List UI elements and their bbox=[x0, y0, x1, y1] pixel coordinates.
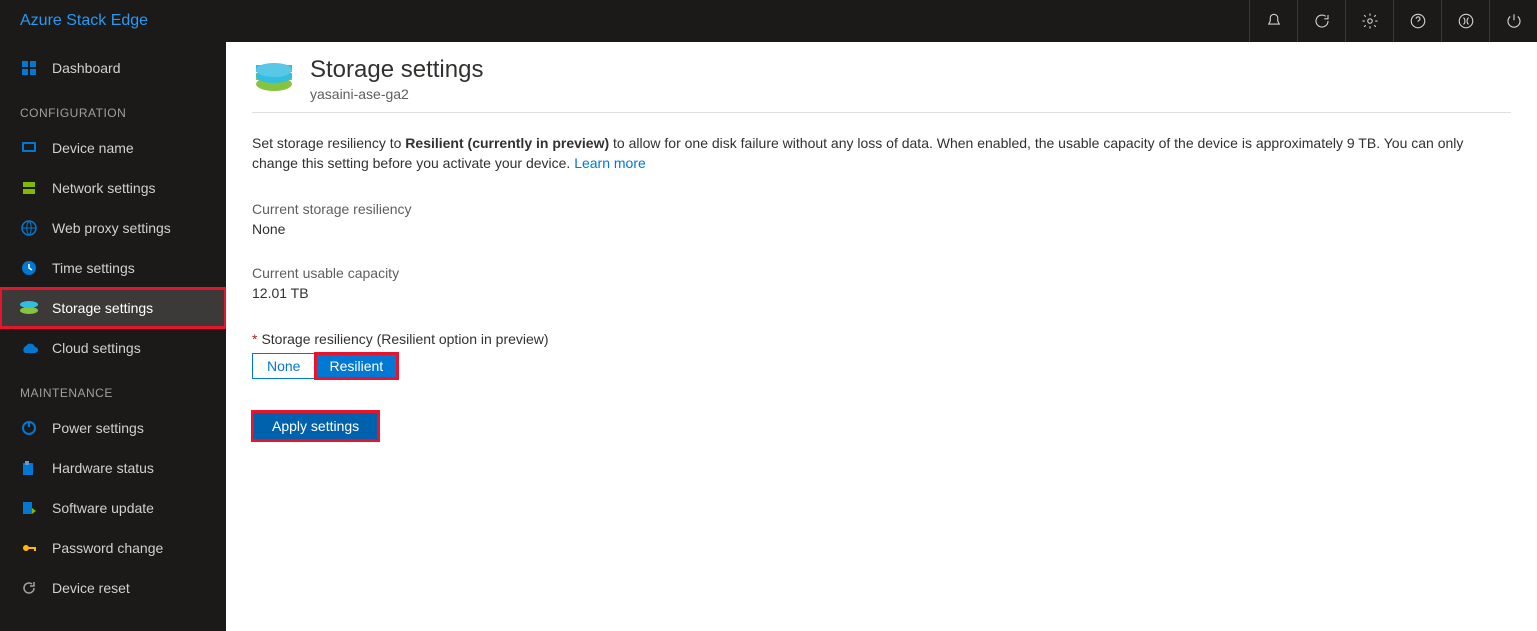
divider bbox=[252, 112, 1511, 113]
page-subtitle: yasaini-ase-ga2 bbox=[310, 86, 483, 102]
sidebar-item-label: Network settings bbox=[52, 180, 155, 196]
storage-icon bbox=[20, 299, 38, 317]
current-capacity-block: Current usable capacity 12.01 TB bbox=[252, 265, 1511, 301]
sidebar-item-label: Device reset bbox=[52, 580, 130, 596]
sidebar-item-label: Web proxy settings bbox=[52, 220, 171, 236]
sidebar-item-password-change[interactable]: Password change bbox=[0, 528, 226, 568]
sidebar-item-device-name[interactable]: Device name bbox=[0, 128, 226, 168]
update-icon bbox=[20, 499, 38, 517]
sidebar-item-hardware-status[interactable]: Hardware status bbox=[0, 448, 226, 488]
page-title: Storage settings bbox=[310, 56, 483, 84]
network-icon bbox=[20, 179, 38, 197]
refresh-icon[interactable] bbox=[1297, 0, 1345, 42]
globe-icon bbox=[20, 219, 38, 237]
power-gear-icon bbox=[20, 419, 38, 437]
resiliency-toggle-group: None Resilient bbox=[252, 353, 1511, 379]
description-bold: Resilient (currently in preview) bbox=[405, 135, 609, 151]
sidebar-item-time-settings[interactable]: Time settings bbox=[0, 248, 226, 288]
required-indicator: * bbox=[252, 331, 257, 347]
monitor-icon bbox=[20, 139, 38, 157]
main-content: Storage settings yasaini-ase-ga2 Set sto… bbox=[226, 42, 1537, 631]
reset-icon bbox=[20, 579, 38, 597]
learn-more-link[interactable]: Learn more bbox=[574, 155, 646, 171]
sidebar-item-dashboard[interactable]: Dashboard bbox=[0, 48, 226, 88]
power-icon[interactable] bbox=[1489, 0, 1537, 42]
topbar: Azure Stack Edge bbox=[0, 0, 1537, 42]
sidebar: Dashboard CONFIGURATION Device name Netw… bbox=[0, 42, 226, 631]
current-capacity-value: 12.01 TB bbox=[252, 285, 1511, 301]
sidebar-item-network-settings[interactable]: Network settings bbox=[0, 168, 226, 208]
sidebar-item-cloud-settings[interactable]: Cloud settings bbox=[0, 328, 226, 368]
topbar-icons bbox=[1249, 0, 1537, 42]
sidebar-item-power-settings[interactable]: Power settings bbox=[0, 408, 226, 448]
sidebar-item-web-proxy-settings[interactable]: Web proxy settings bbox=[0, 208, 226, 248]
option-none-button[interactable]: None bbox=[252, 353, 315, 379]
sidebar-item-label: Hardware status bbox=[52, 460, 154, 476]
current-resiliency-label: Current storage resiliency bbox=[252, 201, 1511, 217]
sidebar-item-label: Time settings bbox=[52, 260, 135, 276]
coprocess-icon[interactable] bbox=[1441, 0, 1489, 42]
option-resilient-button[interactable]: Resilient bbox=[315, 353, 398, 379]
description-pre: Set storage resiliency to bbox=[252, 135, 405, 151]
cloud-gear-icon bbox=[20, 339, 38, 357]
sidebar-item-label: Storage settings bbox=[52, 300, 153, 316]
current-resiliency-block: Current storage resiliency None bbox=[252, 201, 1511, 237]
storage-page-icon bbox=[252, 56, 296, 100]
key-icon bbox=[20, 539, 38, 557]
description: Set storage resiliency to Resilient (cur… bbox=[252, 133, 1511, 173]
form-label-row: *Storage resiliency (Resilient option in… bbox=[252, 331, 1511, 347]
sidebar-item-label: Power settings bbox=[52, 420, 144, 436]
page-header: Storage settings yasaini-ase-ga2 bbox=[252, 56, 1511, 102]
sidebar-item-label: Dashboard bbox=[52, 60, 121, 76]
sidebar-section-maintenance: MAINTENANCE bbox=[0, 368, 226, 408]
sidebar-item-label: Password change bbox=[52, 540, 163, 556]
current-capacity-label: Current usable capacity bbox=[252, 265, 1511, 281]
clock-icon bbox=[20, 259, 38, 277]
sidebar-section-configuration: CONFIGURATION bbox=[0, 88, 226, 128]
storage-resiliency-form: *Storage resiliency (Resilient option in… bbox=[252, 331, 1511, 379]
sidebar-item-label: Software update bbox=[52, 500, 154, 516]
sidebar-item-label: Device name bbox=[52, 140, 134, 156]
apply-settings-button[interactable]: Apply settings bbox=[252, 411, 379, 441]
sidebar-item-software-update[interactable]: Software update bbox=[0, 488, 226, 528]
brand-title[interactable]: Azure Stack Edge bbox=[20, 12, 148, 30]
dashboard-icon bbox=[20, 59, 38, 77]
current-resiliency-value: None bbox=[252, 221, 1511, 237]
sidebar-item-label: Cloud settings bbox=[52, 340, 141, 356]
sidebar-item-storage-settings[interactable]: Storage settings bbox=[0, 288, 226, 328]
settings-gear-icon[interactable] bbox=[1345, 0, 1393, 42]
hardware-icon bbox=[20, 459, 38, 477]
form-label: Storage resiliency (Resilient option in … bbox=[261, 331, 548, 347]
help-icon[interactable] bbox=[1393, 0, 1441, 42]
sidebar-item-device-reset[interactable]: Device reset bbox=[0, 568, 226, 608]
notifications-icon[interactable] bbox=[1249, 0, 1297, 42]
